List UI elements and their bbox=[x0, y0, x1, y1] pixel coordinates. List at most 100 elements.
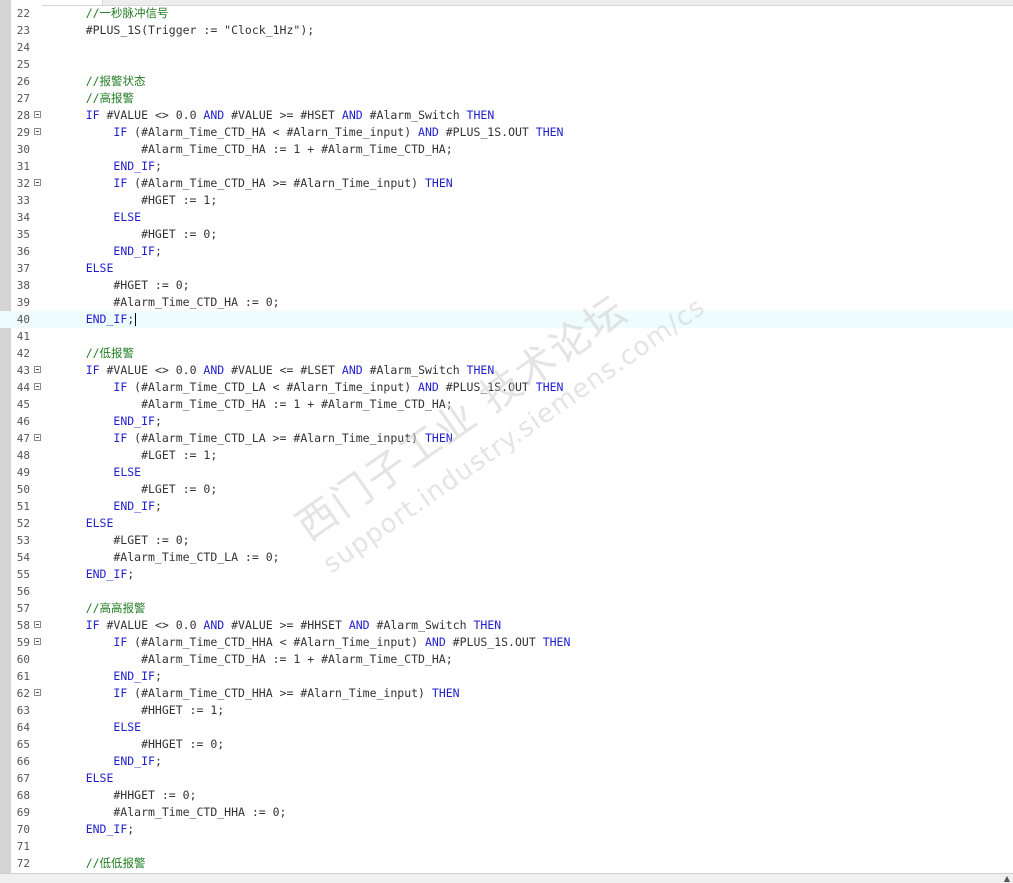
code-line[interactable]: 47 IF (#Alarm_Time_CTD_LA >= #Alarn_Time… bbox=[0, 430, 1013, 447]
code-line[interactable]: 55 END_IF; bbox=[0, 566, 1013, 583]
code-line[interactable]: 52 ELSE bbox=[0, 515, 1013, 532]
keyword-token: THEN bbox=[431, 686, 460, 700]
code-line[interactable]: 38 #HGET := 0; bbox=[0, 277, 1013, 294]
code-line[interactable]: 42 //低报警 bbox=[0, 345, 1013, 362]
code-line[interactable]: 64 ELSE bbox=[0, 719, 1013, 736]
code-text: #HHGET := 1; bbox=[58, 702, 224, 719]
line-number: 69 bbox=[16, 806, 30, 819]
code-line[interactable]: 25 bbox=[0, 56, 1013, 73]
code-line[interactable]: 63 #HHGET := 1; bbox=[0, 702, 1013, 719]
code-line[interactable]: 43 IF #VALUE <> 0.0 AND #VALUE <= #LSET … bbox=[0, 362, 1013, 379]
code-line[interactable]: 40 END_IF; bbox=[0, 311, 1013, 328]
code-token: (#Alarm_Time_CTD_LA >= #Alarn_Time_input… bbox=[127, 431, 425, 445]
code-line[interactable]: 66 END_IF; bbox=[0, 753, 1013, 770]
fold-collapse-icon[interactable] bbox=[34, 638, 41, 645]
code-line[interactable]: 65 #HHGET := 0; bbox=[0, 736, 1013, 753]
code-text: ELSE bbox=[58, 260, 114, 277]
line-number: 34 bbox=[16, 211, 30, 224]
code-line[interactable]: 61 END_IF; bbox=[0, 668, 1013, 685]
code-text: //低报警 bbox=[58, 345, 134, 362]
code-line[interactable]: 32 IF (#Alarm_Time_CTD_HA >= #Alarn_Time… bbox=[0, 175, 1013, 192]
line-number: 35 bbox=[16, 228, 30, 241]
code-line[interactable]: 56 bbox=[0, 583, 1013, 600]
code-line[interactable]: 22 //一秒脉冲信号 bbox=[0, 5, 1013, 22]
fold-collapse-icon[interactable] bbox=[34, 689, 41, 696]
code-line[interactable]: 49 ELSE bbox=[0, 464, 1013, 481]
code-line[interactable]: 67 ELSE bbox=[0, 770, 1013, 787]
line-number: 26 bbox=[16, 75, 30, 88]
code-line[interactable]: 27 //高报警 bbox=[0, 90, 1013, 107]
code-line[interactable]: 46 END_IF; bbox=[0, 413, 1013, 430]
code-line[interactable]: 23 #PLUS_1S(Trigger := "Clock_1Hz"); bbox=[0, 22, 1013, 39]
fold-collapse-icon[interactable] bbox=[34, 179, 41, 186]
code-line[interactable]: 59 IF (#Alarm_Time_CTD_HHA < #Alarn_Time… bbox=[0, 634, 1013, 651]
code-line[interactable]: 54 #Alarm_Time_CTD_LA := 0; bbox=[0, 549, 1013, 566]
code-editor[interactable]: 22 //一秒脉冲信号 23 #PLUS_1S(Trigger := "Clock… bbox=[0, 5, 1013, 872]
comment-token: //一秒脉冲信号 bbox=[85, 6, 169, 20]
keyword-token: THEN bbox=[542, 635, 571, 649]
code-line[interactable]: 34 ELSE bbox=[0, 209, 1013, 226]
code-text: END_IF; bbox=[58, 158, 161, 175]
code-token: #Alarm_Time_CTD_HHA := 0; bbox=[58, 805, 287, 819]
keyword-token: THEN bbox=[424, 176, 453, 190]
code-line[interactable]: 28 IF #VALUE <> 0.0 AND #VALUE >= #HSET … bbox=[0, 107, 1013, 124]
code-line[interactable]: 26 //报警状态 bbox=[0, 73, 1013, 90]
code-line[interactable]: 33 #HGET := 1; bbox=[0, 192, 1013, 209]
code-line[interactable]: 60 #Alarm_Time_CTD_HA := 1 + #Alarm_Time… bbox=[0, 651, 1013, 668]
fold-collapse-icon[interactable] bbox=[34, 621, 41, 628]
keyword-token: THEN bbox=[535, 125, 564, 139]
line-number: 64 bbox=[16, 721, 30, 734]
code-line[interactable]: 24 bbox=[0, 39, 1013, 56]
code-line[interactable]: 36 END_IF; bbox=[0, 243, 1013, 260]
code-line[interactable]: 48 #LGET := 1; bbox=[0, 447, 1013, 464]
keyword-token: IF bbox=[113, 176, 128, 190]
code-token: #HHGET := 0; bbox=[58, 737, 225, 751]
code-line[interactable]: 41 bbox=[0, 328, 1013, 345]
code-line[interactable]: 44 IF (#Alarm_Time_CTD_LA < #Alarn_Time_… bbox=[0, 379, 1013, 396]
code-line[interactable]: 72 //低低报警 bbox=[0, 855, 1013, 872]
code-line[interactable]: 50 #LGET := 0; bbox=[0, 481, 1013, 498]
line-number: 32 bbox=[16, 177, 30, 190]
code-text: #HHGET := 0; bbox=[58, 787, 196, 804]
keyword-token: END_IF bbox=[113, 499, 155, 513]
code-line[interactable]: 62 IF (#Alarm_Time_CTD_HHA >= #Alarn_Tim… bbox=[0, 685, 1013, 702]
fold-collapse-icon[interactable] bbox=[34, 111, 41, 118]
code-line[interactable]: 71 bbox=[0, 838, 1013, 855]
fold-collapse-icon[interactable] bbox=[34, 383, 41, 390]
code-line[interactable]: 35 #HGET := 0; bbox=[0, 226, 1013, 243]
code-line[interactable]: 39 #Alarm_Time_CTD_HA := 0; bbox=[0, 294, 1013, 311]
code-text: ELSE bbox=[58, 209, 141, 226]
code-line[interactable]: 31 END_IF; bbox=[0, 158, 1013, 175]
comment-token: //低报警 bbox=[85, 346, 135, 360]
line-number: 30 bbox=[16, 143, 30, 156]
code-text: #HGET := 1; bbox=[58, 192, 217, 209]
fold-collapse-icon[interactable] bbox=[34, 366, 41, 373]
code-token: #LGET := 1; bbox=[58, 448, 218, 462]
code-line[interactable]: 68 #HHGET := 0; bbox=[0, 787, 1013, 804]
code-line[interactable]: 30 #Alarm_Time_CTD_HA := 1 + #Alarm_Time… bbox=[0, 141, 1013, 158]
line-number: 67 bbox=[16, 772, 30, 785]
code-line[interactable]: 45 #Alarm_Time_CTD_HA := 1 + #Alarm_Time… bbox=[0, 396, 1013, 413]
line-number: 45 bbox=[16, 398, 30, 411]
code-line[interactable]: 37 ELSE bbox=[0, 260, 1013, 277]
code-line[interactable]: 70 END_IF; bbox=[0, 821, 1013, 838]
fold-collapse-icon[interactable] bbox=[34, 434, 41, 441]
code-line[interactable]: 51 END_IF; bbox=[0, 498, 1013, 515]
code-line[interactable]: 57 //高高报警 bbox=[0, 600, 1013, 617]
code-line[interactable]: 58 IF #VALUE <> 0.0 AND #VALUE >= #HHSET… bbox=[0, 617, 1013, 634]
code-line[interactable]: 69 #Alarm_Time_CTD_HHA := 0; bbox=[0, 804, 1013, 821]
keyword-token: END_IF bbox=[113, 754, 155, 768]
keyword-token: IF bbox=[113, 635, 128, 649]
fold-collapse-icon[interactable] bbox=[34, 128, 41, 135]
code-line[interactable]: 53 #LGET := 0; bbox=[0, 532, 1013, 549]
keyword-token: ELSE bbox=[85, 771, 114, 785]
code-line[interactable]: 29 IF (#Alarm_Time_CTD_HA < #Alarn_Time_… bbox=[0, 124, 1013, 141]
